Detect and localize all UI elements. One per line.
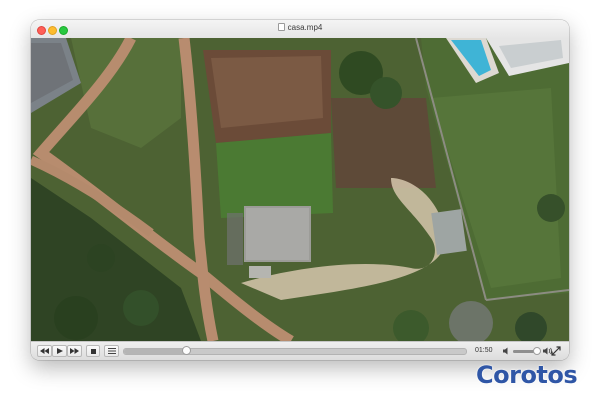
fast-forward-icon <box>70 348 79 354</box>
rewind-icon <box>40 348 49 354</box>
play-button[interactable] <box>52 345 67 357</box>
seek-progress <box>124 349 186 354</box>
stop-icon <box>90 348 96 354</box>
elapsed-time: 01:50 <box>475 347 493 354</box>
playback-controls: 01:50 <box>31 341 569 360</box>
fullscreen-icon[interactable] <box>551 346 561 356</box>
window-title: casa.mp4 <box>31 23 569 32</box>
rewind-button[interactable] <box>37 345 52 357</box>
aerial-video-image <box>31 38 569 341</box>
volume-knob[interactable] <box>532 347 541 355</box>
corotos-watermark: Corotos <box>476 361 578 389</box>
player-window: casa.mp4 01:50 <box>31 20 569 360</box>
title-bar: casa.mp4 <box>31 20 569 39</box>
play-icon <box>56 348 63 354</box>
window-title-text: casa.mp4 <box>287 23 323 32</box>
video-frame[interactable] <box>31 38 569 341</box>
stop-button[interactable] <box>86 345 100 357</box>
playlist-icon <box>107 348 116 354</box>
playlist-button[interactable] <box>104 345 119 357</box>
volume-slider[interactable] <box>513 347 541 355</box>
seek-knob[interactable] <box>181 346 191 355</box>
document-icon <box>277 23 285 31</box>
volume-low-icon[interactable] <box>503 347 511 355</box>
seek-bar[interactable] <box>123 346 467 355</box>
fast-forward-button[interactable] <box>67 345 82 357</box>
